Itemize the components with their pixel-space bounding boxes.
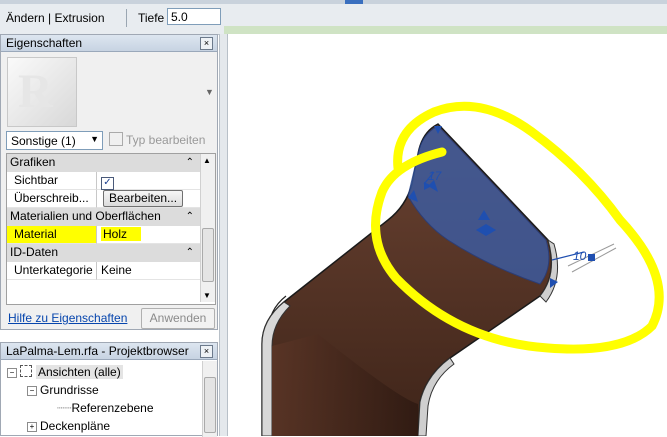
floor-plans-label: Grundrisse — [40, 383, 99, 397]
override-edit-button[interactable]: Bearbeiten... — [103, 190, 184, 207]
tree-connector: ┈┈ — [57, 401, 72, 415]
group-materials[interactable]: Materialien und Oberflächen ⌃ — [7, 208, 200, 226]
depth-input[interactable] — [167, 8, 221, 25]
context-label: Ändern | Extrusion — [6, 11, 105, 25]
row-material: Material Holz — [7, 226, 200, 244]
status-strip — [224, 26, 667, 34]
tree-node-ref-level[interactable]: ┈┈Referenzebene — [57, 401, 154, 415]
collapse-icon[interactable]: ⌃ — [186, 154, 194, 171]
scroll-thumb[interactable] — [204, 377, 216, 433]
subcategory-label: Unterkategorie — [7, 262, 97, 280]
type-filter-value: Sonstige (1) — [11, 134, 76, 148]
group-id-data-label: ID-Daten — [10, 245, 59, 259]
tree-node-views[interactable]: − Ansichten (alle) — [7, 365, 123, 379]
row-override: Überschreib... Bearbeiten... — [7, 190, 200, 208]
options-bar: Ändern | Extrusion Tiefe — [0, 0, 667, 35]
dimension-left-value[interactable]: 17 — [428, 169, 443, 183]
help-link[interactable]: Hilfe zu Eigenschaften — [8, 311, 127, 325]
visible-label: Sichtbar — [7, 172, 97, 190]
collapse-icon[interactable]: ⌃ — [186, 244, 194, 261]
override-value: Bearbeiten... — [97, 190, 200, 208]
properties-palette: Eigenschaften × R ▼ Sonstige (1) ▼ Typ b… — [0, 34, 218, 330]
visible-checkbox[interactable]: ✓ — [101, 177, 114, 190]
toolbar-separator — [126, 9, 127, 27]
browser-scrollbar[interactable] — [202, 361, 217, 437]
tree-node-ceiling-plans[interactable]: + Deckenpläne — [27, 419, 110, 433]
close-icon[interactable]: × — [200, 37, 213, 50]
depth-label: Tiefe — [138, 11, 165, 25]
properties-title: Eigenschaften — [6, 36, 83, 50]
edit-type-button[interactable]: Typ bearbeiten — [109, 132, 205, 147]
type-preview-image: R — [7, 57, 77, 127]
material-value: Holz — [101, 227, 142, 241]
chevron-down-icon[interactable]: ▼ — [205, 87, 214, 97]
collapse-icon[interactable]: − — [7, 368, 17, 378]
group-graphics[interactable]: Grafiken ⌃ — [7, 154, 200, 172]
group-materials-label: Materialien und Oberflächen — [10, 209, 161, 223]
scroll-down-icon[interactable]: ▼ — [203, 291, 211, 300]
material-value-cell[interactable]: Holz — [97, 226, 200, 244]
active-tool-indicator — [345, 0, 363, 4]
apply-button[interactable]: Anwenden — [141, 308, 215, 329]
project-browser: LaPalma-Lem.rfa - Projektbrowser × − Ansi… — [0, 342, 218, 437]
properties-grid: Grafiken ⌃ Sichtbar ✓ Überschreib... Bea… — [6, 153, 216, 305]
edit-type-icon — [109, 132, 123, 146]
dimension-right-value[interactable]: 10 — [573, 249, 587, 263]
ref-level-label: Referenzebene — [71, 401, 154, 415]
tree-node-floor-plans[interactable]: − Grundrisse — [27, 383, 99, 397]
dropdown-arrow-icon: ▼ — [90, 134, 99, 144]
row-subcategory: Unterkategorie Keine — [7, 262, 200, 280]
views-label: Ansichten (alle) — [36, 365, 123, 379]
edit-type-label: Typ bearbeiten — [126, 133, 206, 147]
group-id-data[interactable]: ID-Daten ⌃ — [7, 244, 200, 262]
material-label: Material — [7, 226, 97, 244]
subcategory-value[interactable]: Keine — [97, 262, 200, 280]
scroll-up-icon[interactable]: ▲ — [203, 156, 211, 165]
row-visible: Sichtbar ✓ — [7, 172, 200, 190]
collapse-icon[interactable]: ⌃ — [186, 208, 194, 225]
panel-splitter[interactable] — [219, 34, 228, 436]
views-icon — [20, 365, 32, 377]
group-graphics-label: Grafiken — [10, 155, 56, 169]
drawing-canvas[interactable]: 17 10 — [228, 34, 667, 436]
dimension-lock-icon[interactable] — [588, 254, 595, 261]
revit-logo-icon: R — [18, 65, 53, 118]
visible-value: ✓ — [97, 172, 200, 190]
expand-icon[interactable]: + — [27, 422, 37, 432]
type-filter-select[interactable]: Sonstige (1) ▼ — [6, 131, 103, 150]
scroll-thumb[interactable] — [202, 228, 214, 282]
override-label: Überschreib... — [7, 190, 97, 208]
project-browser-titlebar[interactable]: LaPalma-Lem.rfa - Projektbrowser × — [1, 343, 217, 360]
collapse-icon[interactable]: − — [27, 386, 37, 396]
project-browser-title: LaPalma-Lem.rfa - Projektbrowser — [6, 344, 189, 358]
ceiling-plans-label: Deckenpläne — [40, 419, 111, 433]
ribbon-strip — [0, 0, 667, 4]
close-icon[interactable]: × — [200, 345, 213, 358]
model-view[interactable]: 17 10 — [228, 34, 667, 436]
properties-titlebar[interactable]: Eigenschaften × — [1, 35, 217, 52]
properties-scrollbar[interactable]: ▲ ▼ — [200, 154, 215, 302]
